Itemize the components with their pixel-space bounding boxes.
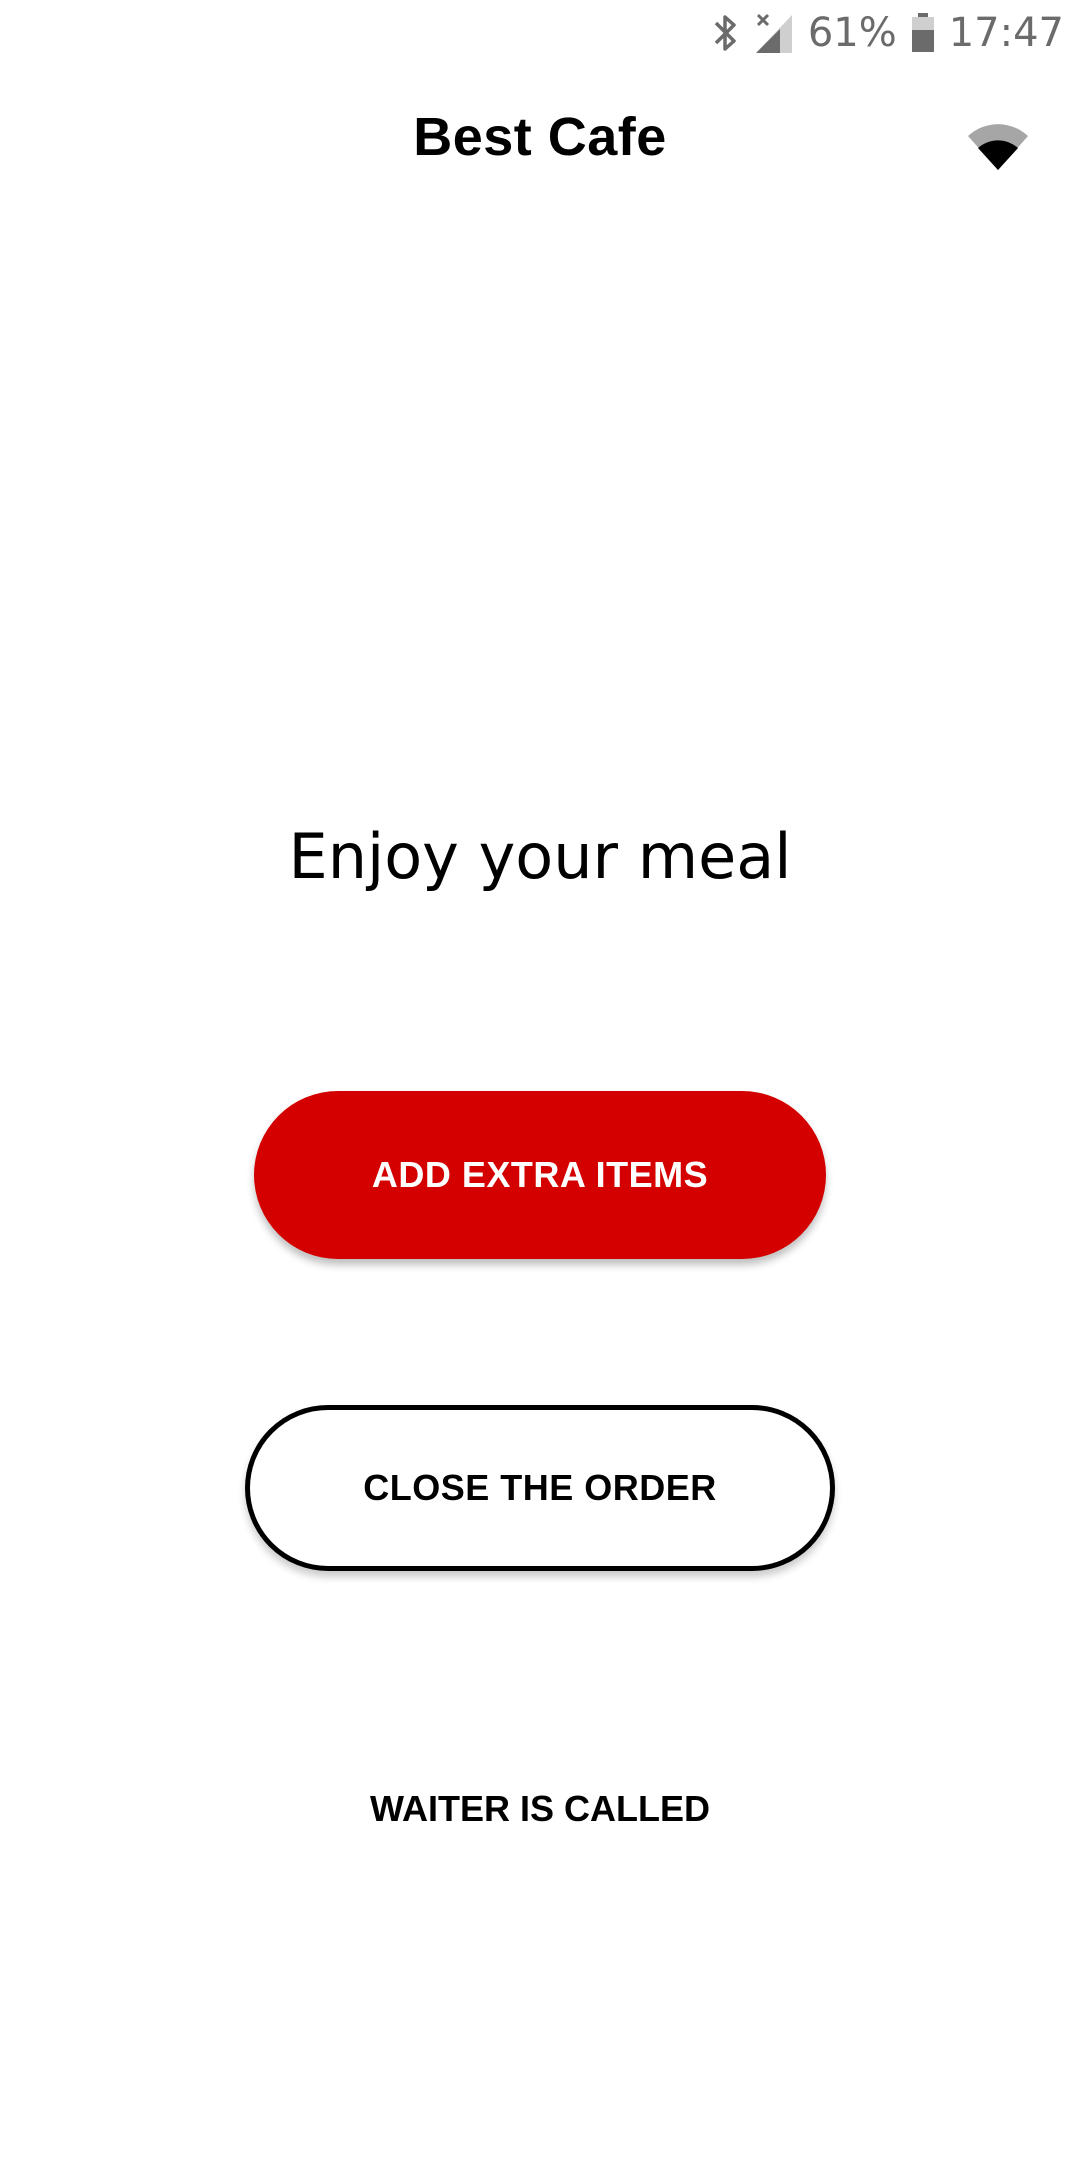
close-order-label: CLOSE THE ORDER: [363, 1467, 717, 1508]
page-title: Best Cafe: [413, 107, 667, 167]
screen: 61% 17:47 Best Cafe Enjoy your meal ADD …: [0, 0, 1080, 2160]
battery-icon: [911, 13, 935, 53]
signal-icon: [754, 11, 794, 55]
wifi-icon: [966, 120, 1030, 177]
add-extra-items-label: ADD EXTRA ITEMS: [371, 1154, 709, 1195]
battery-percent: 61%: [807, 10, 897, 56]
add-extra-items-button[interactable]: ADD EXTRA ITEMS: [254, 1091, 826, 1259]
bluetooth-icon: [710, 11, 740, 55]
close-order-button[interactable]: CLOSE THE ORDER: [245, 1405, 835, 1571]
meal-message: Enjoy your meal: [288, 820, 792, 893]
app-bar: Best Cafe: [0, 66, 1080, 210]
waiter-status: WAITER IS CALLED: [370, 1788, 710, 1829]
clock: 17:47: [948, 10, 1064, 56]
status-icons: 61% 17:47: [710, 8, 1064, 58]
status-bar: 61% 17:47: [0, 0, 1080, 66]
wifi-button[interactable]: [956, 106, 1040, 190]
